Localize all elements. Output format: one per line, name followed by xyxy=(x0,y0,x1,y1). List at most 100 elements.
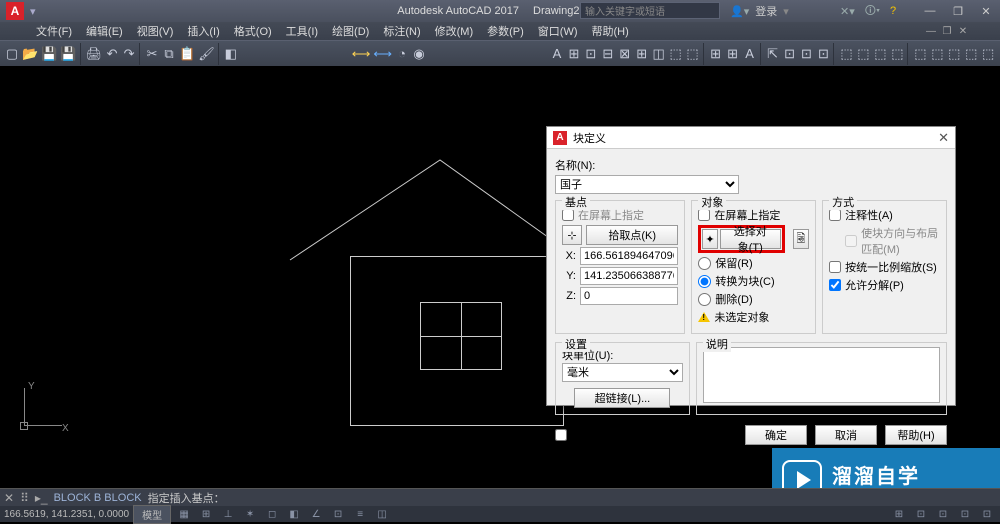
open-in-editor-check[interactable] xyxy=(555,429,567,441)
tool5-icon[interactable]: ◉ xyxy=(411,43,427,65)
tool12-icon[interactable]: ⬚ xyxy=(668,43,684,65)
app-store-icon[interactable]: 🛈▾ xyxy=(865,2,880,21)
menu-tools[interactable]: 工具(I) xyxy=(280,23,324,39)
a-icon[interactable]: A xyxy=(549,43,565,65)
menu-insert[interactable]: 插入(I) xyxy=(181,23,225,39)
obj-onscreen-check[interactable] xyxy=(698,209,710,221)
keep-radio[interactable] xyxy=(698,257,711,270)
close-button[interactable]: ✕ xyxy=(972,0,1000,22)
dim2-icon[interactable]: ⟷ xyxy=(372,43,393,65)
select-objects-icon-button[interactable]: ✦ xyxy=(702,229,717,249)
menu-edit[interactable]: 编辑(E) xyxy=(80,23,129,39)
tool21-icon[interactable]: ⬚ xyxy=(839,43,855,65)
exchange-icon[interactable]: ✕▾ xyxy=(840,5,855,18)
menu-format[interactable]: 格式(O) xyxy=(228,23,278,39)
new-icon[interactable]: ▢ xyxy=(4,43,20,65)
tool7-icon[interactable]: ⊡ xyxy=(583,43,599,65)
measure-icon[interactable]: ◔ xyxy=(394,43,410,65)
copy-icon[interactable]: ⧉ xyxy=(161,43,177,65)
pick-point-button[interactable]: 拾取点(K) xyxy=(586,225,678,245)
search-input[interactable]: 输入关键字或短语 xyxy=(580,2,720,19)
dim-icon[interactable]: ⟷ xyxy=(351,43,372,65)
base-z-input[interactable] xyxy=(580,287,678,305)
menu-file[interactable]: 文件(F) xyxy=(30,23,78,39)
dialog-close-button[interactable]: ✕ xyxy=(938,130,949,146)
doc-restore-icon[interactable]: ❐ xyxy=(940,24,954,38)
allow-explode-check[interactable] xyxy=(829,279,841,291)
tool19-icon[interactable]: ⊡ xyxy=(799,43,815,65)
tool14-icon[interactable]: ⊞ xyxy=(708,43,724,65)
match-icon[interactable]: 🖌 xyxy=(197,43,216,65)
name-select[interactable]: 国子 xyxy=(555,175,739,194)
base-onscreen-check[interactable] xyxy=(562,209,574,221)
pick-point-icon-button[interactable]: ⊹ xyxy=(562,225,582,245)
base-y-input[interactable] xyxy=(580,267,678,285)
tool26-icon[interactable]: ⬚ xyxy=(929,43,945,65)
quick-select-button[interactable]: 🗟 xyxy=(793,229,809,249)
app-logo-icon[interactable]: A xyxy=(6,2,24,20)
menu-dimension[interactable]: 标注(N) xyxy=(377,23,426,39)
status-trans-icon[interactable]: ◫ xyxy=(373,507,391,521)
menu-help[interactable]: 帮助(H) xyxy=(586,23,635,39)
description-textarea[interactable] xyxy=(703,347,940,403)
tool-icon[interactable]: ◧ xyxy=(223,43,239,65)
tool9-icon[interactable]: ⊠ xyxy=(617,43,633,65)
command-line[interactable]: ✕ ⠿ ▸_ BLOCK B BLOCK 指定插入基点： xyxy=(0,488,1000,506)
status-otrack-icon[interactable]: ∠ xyxy=(307,507,325,521)
maximize-button[interactable]: ❐ xyxy=(944,0,972,22)
help-button[interactable]: 帮助(H) xyxy=(885,425,947,445)
qat-icon[interactable]: ▾ xyxy=(30,5,36,18)
block-unit-select[interactable]: 毫米 xyxy=(562,363,683,382)
menu-draw[interactable]: 绘图(D) xyxy=(326,23,375,39)
tool10-icon[interactable]: ⊞ xyxy=(634,43,650,65)
menu-window[interactable]: 窗口(W) xyxy=(532,23,584,39)
tool18-icon[interactable]: ⊡ xyxy=(782,43,798,65)
doc-close-icon[interactable]: ✕ xyxy=(956,24,970,38)
status-snap-icon[interactable]: ⊞ xyxy=(197,507,215,521)
status-grid-icon[interactable]: ▦ xyxy=(175,507,193,521)
tool22-icon[interactable]: ⬚ xyxy=(855,43,871,65)
tool25-icon[interactable]: ⬚ xyxy=(912,43,928,65)
tool29-icon[interactable]: ⬚ xyxy=(980,43,996,65)
tool11-icon[interactable]: ◫ xyxy=(651,43,667,65)
tool13-icon[interactable]: ⬚ xyxy=(685,43,701,65)
tool20-icon[interactable]: ⊡ xyxy=(815,43,831,65)
status-ortho-icon[interactable]: ⊥ xyxy=(219,507,237,521)
status-r4-icon[interactable]: ⊡ xyxy=(956,507,974,521)
cmd-handle-icon[interactable]: ⠿ xyxy=(20,491,29,505)
status-dyn-icon[interactable]: ⊡ xyxy=(329,507,347,521)
menu-params[interactable]: 参数(P) xyxy=(481,23,530,39)
help-icon[interactable]: ? xyxy=(890,5,896,17)
dialog-titlebar[interactable]: A 块定义 ✕ xyxy=(547,127,955,149)
select-objects-button[interactable]: 选择对象(T) xyxy=(720,229,781,249)
tool16-icon[interactable]: A xyxy=(742,43,758,65)
tool15-icon[interactable]: ⊞ xyxy=(725,43,741,65)
tool6-icon[interactable]: ⊞ xyxy=(566,43,582,65)
tool28-icon[interactable]: ⬚ xyxy=(963,43,979,65)
uniform-scale-check[interactable] xyxy=(829,261,841,273)
hyperlink-button[interactable]: 超链接(L)... xyxy=(574,388,670,408)
save-icon[interactable]: 💾 xyxy=(40,43,58,65)
menu-view[interactable]: 视图(V) xyxy=(131,23,180,39)
status-lwt-icon[interactable]: ≡ xyxy=(351,507,369,521)
tool23-icon[interactable]: ⬚ xyxy=(872,43,888,65)
cancel-button[interactable]: 取消 xyxy=(815,425,877,445)
tool24-icon[interactable]: ⬚ xyxy=(889,43,905,65)
status-r5-icon[interactable]: ⊡ xyxy=(978,507,996,521)
minimize-button[interactable]: — xyxy=(916,0,944,22)
status-r3-icon[interactable]: ⊡ xyxy=(934,507,952,521)
tool17-icon[interactable]: ⇱ xyxy=(765,43,781,65)
redo-icon[interactable]: ↷ xyxy=(121,43,137,65)
annotative-check[interactable] xyxy=(829,209,841,221)
tool27-icon[interactable]: ⬚ xyxy=(946,43,962,65)
convert-radio[interactable] xyxy=(698,275,711,288)
plot-icon[interactable]: 🖨 xyxy=(85,43,104,65)
cmd-close-icon[interactable]: ✕ xyxy=(4,491,14,505)
ok-button[interactable]: 确定 xyxy=(745,425,807,445)
doc-min-icon[interactable]: — xyxy=(924,24,938,38)
undo-icon[interactable]: ↶ xyxy=(104,43,120,65)
tool8-icon[interactable]: ⊟ xyxy=(600,43,616,65)
menu-modify[interactable]: 修改(M) xyxy=(429,23,480,39)
status-r1-icon[interactable]: ⊞ xyxy=(890,507,908,521)
status-polar-icon[interactable]: ✶ xyxy=(241,507,259,521)
